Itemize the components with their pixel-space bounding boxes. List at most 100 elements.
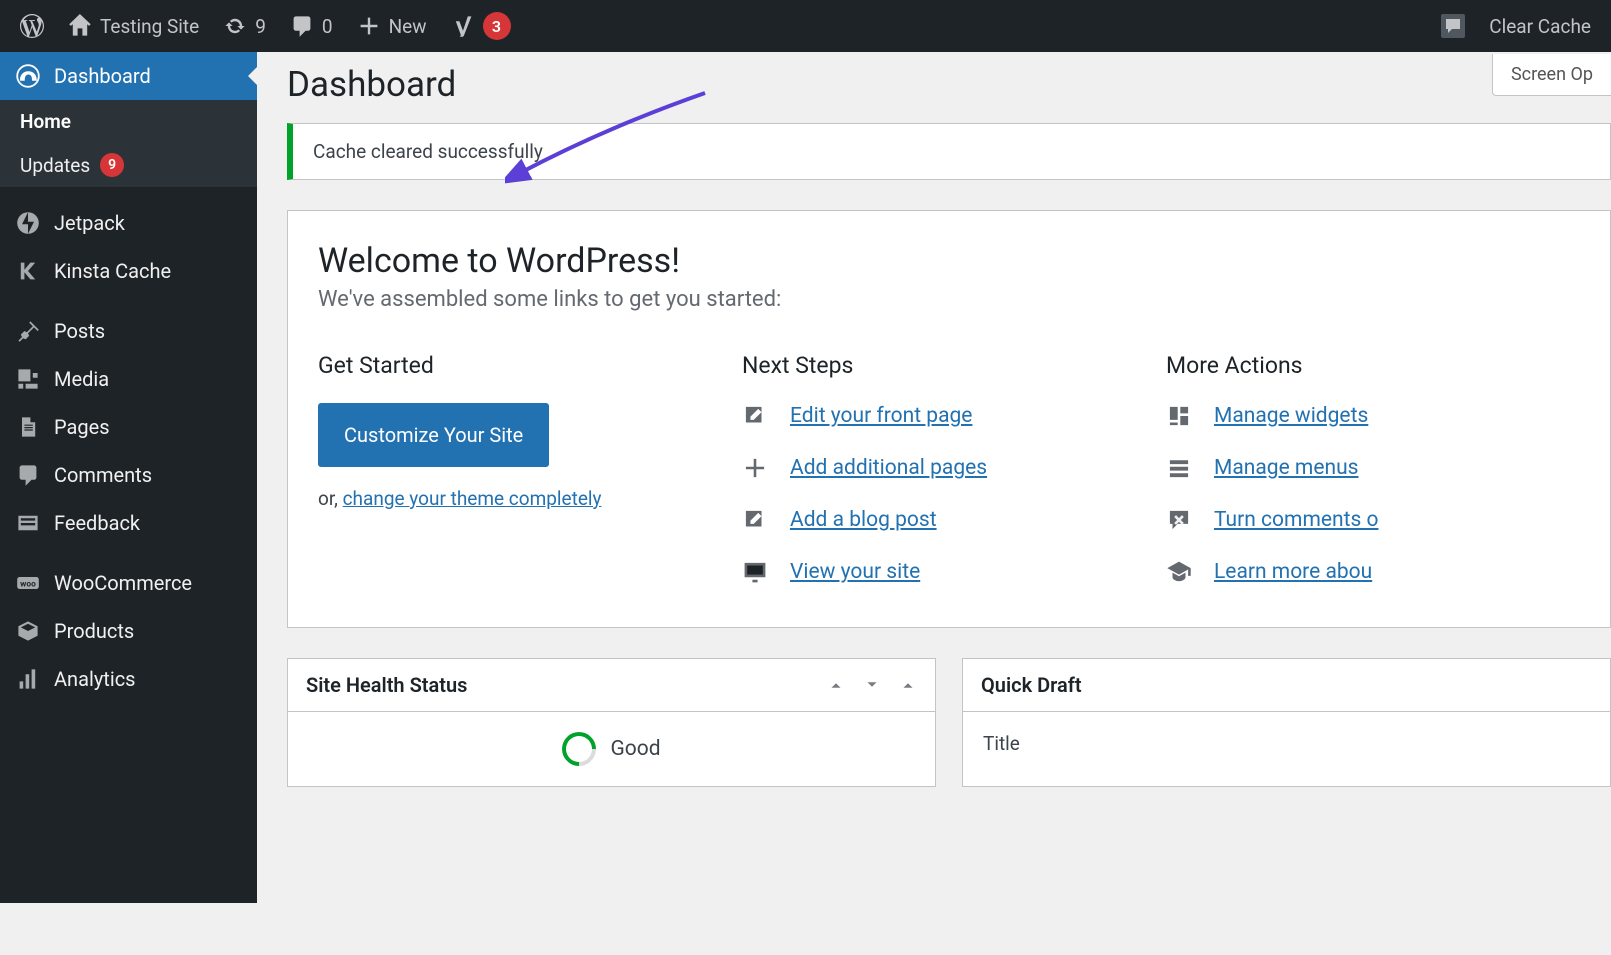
comments-count: 0: [322, 15, 333, 38]
turn-comments-link[interactable]: Turn comments o: [1166, 507, 1580, 533]
learn-more-link[interactable]: Learn more abou: [1166, 559, 1580, 585]
manage-menus-link[interactable]: Manage menus: [1166, 455, 1580, 481]
plus-icon: [357, 14, 381, 38]
kinsta-icon: [16, 259, 40, 283]
comment-square-icon: [1441, 14, 1465, 38]
edit-front-page-link[interactable]: Edit your front page: [742, 403, 1156, 429]
widget-row: Site Health Status Good Quick Draft Titl…: [287, 658, 1611, 787]
updates-link[interactable]: 9: [211, 0, 278, 52]
main-content: Dashboard Cache cleared successfully Wel…: [257, 52, 1611, 787]
wordpress-icon: [20, 14, 44, 38]
comments-link[interactable]: 0: [278, 0, 345, 52]
quick-draft-title: Quick Draft: [981, 673, 1082, 697]
posts-label: Posts: [54, 319, 105, 343]
products-label: Products: [54, 619, 134, 643]
chevron-up-icon[interactable]: [827, 676, 845, 694]
feedback-label: Feedback: [54, 511, 140, 535]
sidebar-item-dashboard[interactable]: Dashboard: [0, 52, 257, 100]
sidebar-sub-updates[interactable]: Updates 9: [0, 143, 257, 187]
analytics-icon: [16, 667, 40, 691]
change-theme-link[interactable]: change your theme completely: [343, 487, 602, 510]
welcome-col-nextsteps: Next Steps Edit your front page Add addi…: [742, 352, 1156, 611]
kinsta-label: Kinsta Cache: [54, 259, 171, 283]
media-label: Media: [54, 367, 109, 391]
site-health-title: Site Health Status: [306, 673, 467, 697]
plus-icon: [742, 455, 768, 481]
welcome-col-moreactions: More Actions Manage widgets Manage menus…: [1166, 352, 1580, 611]
home-icon: [68, 14, 92, 38]
widgets-icon: [1166, 403, 1192, 429]
updates-label: Updates: [20, 154, 90, 177]
jetpack-icon: [16, 211, 40, 235]
svg-text:woo: woo: [20, 580, 36, 590]
sidebar-item-woocommerce[interactable]: woo WooCommerce: [0, 559, 257, 607]
collapse-icon[interactable]: [899, 676, 917, 694]
site-name-label: Testing Site: [100, 15, 199, 38]
screen-options-label: Screen Op: [1511, 64, 1593, 85]
feedback-icon: [16, 511, 40, 535]
updates-badge: 9: [100, 153, 124, 177]
chevron-down-icon[interactable]: [863, 676, 881, 694]
yoast-badge: 3: [483, 12, 511, 40]
notice-message: Cache cleared successfully: [313, 140, 543, 163]
comments-off-icon: [1166, 507, 1192, 533]
jetpack-label: Jetpack: [54, 211, 125, 235]
dashboard-icon: [16, 64, 40, 88]
add-blog-post-link[interactable]: Add a blog post: [742, 507, 1156, 533]
pages-icon: [16, 415, 40, 439]
customize-site-button[interactable]: Customize Your Site: [318, 403, 549, 467]
screen-options-button[interactable]: Screen Op: [1492, 54, 1611, 96]
yoast-link[interactable]: 3: [439, 0, 523, 52]
analytics-label: Analytics: [54, 667, 136, 691]
comment-icon: [290, 14, 314, 38]
updates-count: 9: [255, 15, 266, 38]
new-label: New: [389, 15, 427, 38]
sidebar-item-products[interactable]: Products: [0, 607, 257, 655]
quick-draft-widget: Quick Draft Title: [962, 658, 1611, 787]
edit-icon: [742, 507, 768, 533]
dashboard-label: Dashboard: [54, 64, 151, 88]
next-steps-heading: Next Steps: [742, 352, 1156, 379]
edit-icon: [742, 403, 768, 429]
pin-icon: [16, 319, 40, 343]
welcome-panel: Welcome to WordPress! We've assembled so…: [287, 210, 1611, 628]
yoast-icon: [451, 14, 475, 38]
home-label: Home: [20, 110, 71, 133]
sidebar-item-pages[interactable]: Pages: [0, 403, 257, 451]
welcome-title: Welcome to WordPress!: [318, 241, 1580, 281]
sidebar-item-analytics[interactable]: Analytics: [0, 655, 257, 703]
monitor-icon: [742, 559, 768, 585]
clear-cache-link[interactable]: Clear Cache: [1477, 15, 1603, 38]
new-content-link[interactable]: New: [345, 0, 439, 52]
refresh-icon: [223, 14, 247, 38]
menu-icon: [1166, 455, 1192, 481]
wp-logo[interactable]: [8, 0, 56, 52]
welcome-col-getstarted: Get Started Customize Your Site or, chan…: [318, 352, 732, 611]
health-status-label: Good: [610, 737, 660, 761]
manage-widgets-link[interactable]: Manage widgets: [1166, 403, 1580, 429]
draft-title-label: Title: [983, 732, 1590, 755]
welcome-subtitle: We've assembled some links to get you st…: [318, 287, 1580, 312]
sidebar-item-jetpack[interactable]: Jetpack: [0, 199, 257, 247]
health-circle-icon: [555, 725, 603, 773]
get-started-heading: Get Started: [318, 352, 732, 379]
comments-icon: [16, 463, 40, 487]
sidebar-item-feedback[interactable]: Feedback: [0, 499, 257, 547]
notifications-link[interactable]: [1429, 14, 1477, 38]
page-title: Dashboard: [287, 52, 1611, 123]
products-icon: [16, 619, 40, 643]
admin-sidebar: Dashboard Home Updates 9 Jetpack Kinsta …: [0, 52, 257, 903]
sidebar-item-comments[interactable]: Comments: [0, 451, 257, 499]
or-text: or,: [318, 487, 343, 510]
adminbar-right: Clear Cache: [1429, 14, 1603, 38]
sidebar-item-kinsta[interactable]: Kinsta Cache: [0, 247, 257, 295]
sidebar-item-posts[interactable]: Posts: [0, 307, 257, 355]
add-pages-link[interactable]: Add additional pages: [742, 455, 1156, 481]
view-site-link[interactable]: View your site: [742, 559, 1156, 585]
admin-bar: Testing Site 9 0 New 3 Clear Cache: [0, 0, 1611, 52]
site-home-link[interactable]: Testing Site: [56, 0, 211, 52]
sidebar-sub-home[interactable]: Home: [0, 100, 257, 143]
sidebar-item-media[interactable]: Media: [0, 355, 257, 403]
graduation-icon: [1166, 559, 1192, 585]
woocommerce-icon: woo: [16, 571, 40, 595]
